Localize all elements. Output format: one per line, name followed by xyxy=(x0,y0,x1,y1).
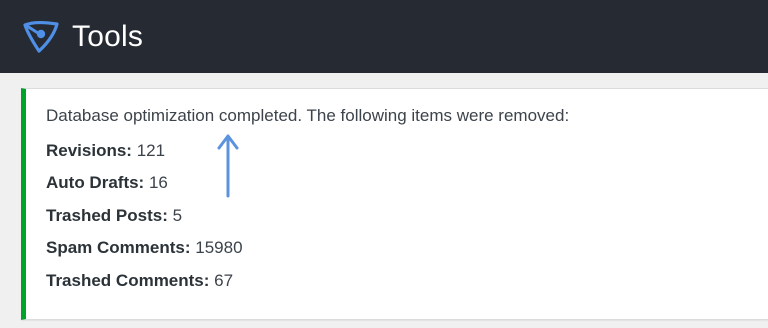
stat-label: Auto Drafts: xyxy=(46,173,145,193)
plugin-logo-icon xyxy=(23,20,59,53)
notice-message: Database optimization completed. The fol… xyxy=(46,106,570,125)
stat-label: Revisions: xyxy=(46,141,132,160)
stat-label: Spam Comments: xyxy=(46,238,191,258)
stat-label: Trashed Comments: xyxy=(46,270,210,290)
stat-label: Trashed Posts: xyxy=(46,205,168,225)
stat-value: 67 xyxy=(214,270,234,290)
stat-row-trashed-posts: Trashed Posts: 5 xyxy=(46,205,768,227)
stat-value: 121 xyxy=(136,141,166,160)
stat-row-auto-drafts: Auto Drafts: 16 xyxy=(46,172,768,194)
top-header: Tools xyxy=(0,0,768,73)
arrow-up-icon xyxy=(217,134,239,198)
stat-row-spam-comments: Spam Comments: 15980 xyxy=(46,237,768,259)
success-notice: Database optimization completed. The fol… xyxy=(21,88,768,320)
stat-value: 16 xyxy=(148,173,168,193)
removed-items-list: Revisions: 121 Auto Drafts: 16 Trashed P… xyxy=(46,140,768,292)
stat-row-revisions: Revisions: 121 xyxy=(46,140,768,162)
stat-value: 15980 xyxy=(195,238,243,258)
stat-row-trashed-comments: Trashed Comments: 67 xyxy=(46,270,768,292)
page-title: Tools xyxy=(72,19,144,53)
stat-value: 5 xyxy=(172,205,183,225)
